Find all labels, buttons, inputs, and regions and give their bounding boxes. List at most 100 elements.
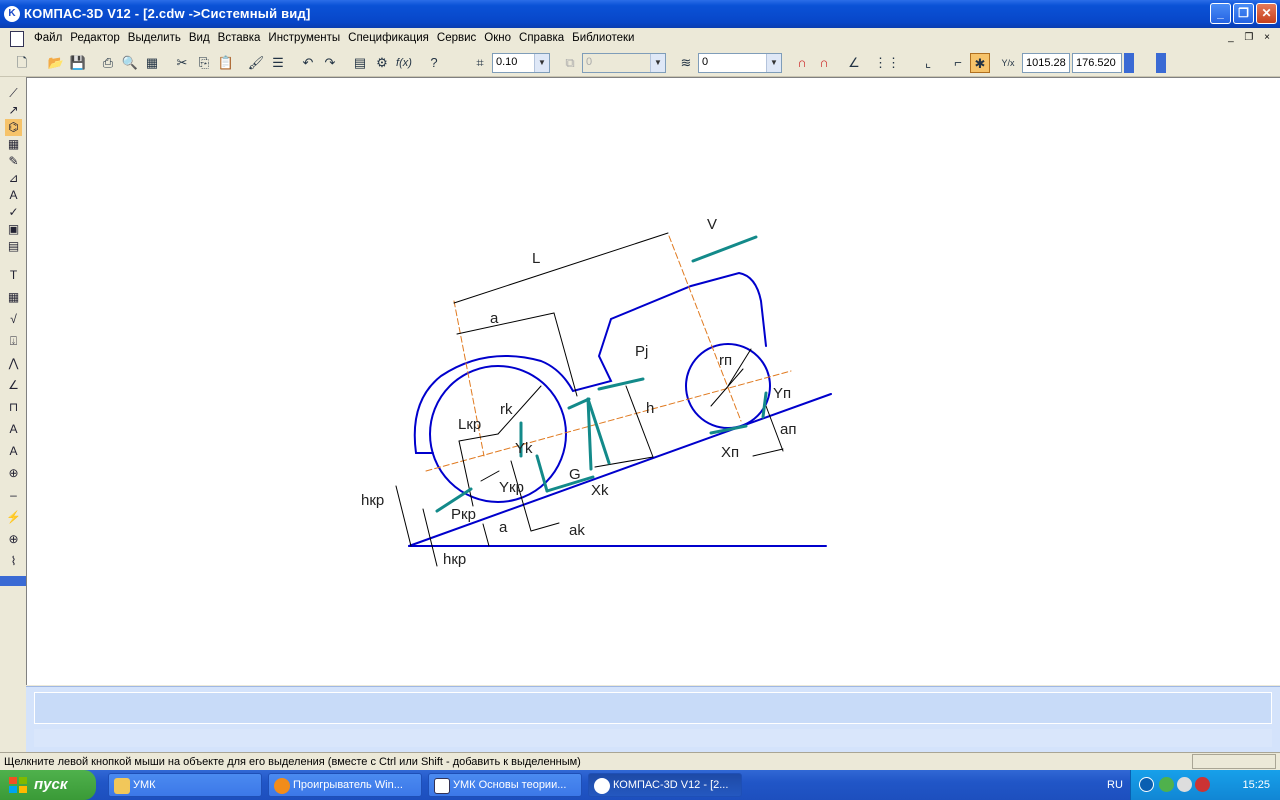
redo-icon[interactable]: ↷ bbox=[320, 53, 340, 73]
variables-icon[interactable]: ⚙ bbox=[372, 53, 392, 73]
param-icon[interactable]: ⊿ bbox=[5, 170, 22, 187]
open-icon[interactable]: 📂 bbox=[46, 53, 66, 73]
task-umk[interactable]: УМК bbox=[108, 773, 262, 797]
tray-app-icon[interactable] bbox=[1195, 777, 1210, 792]
save-icon[interactable]: 💾 bbox=[68, 53, 88, 73]
tolerance-icon[interactable]: ⊕ bbox=[5, 465, 22, 482]
label-Pj: Pj bbox=[635, 343, 648, 360]
snap-active-icon[interactable]: ✱ bbox=[970, 53, 990, 73]
print-setup-icon[interactable]: ▦ bbox=[142, 53, 162, 73]
toolbar-overflow-icon[interactable] bbox=[1124, 53, 1134, 73]
local-cs-icon[interactable]: ⌞ bbox=[918, 53, 938, 73]
preview-icon[interactable]: 🔍 bbox=[120, 53, 140, 73]
menu-specification[interactable]: Спецификация bbox=[348, 32, 435, 44]
style-icon[interactable]: ≋ bbox=[676, 53, 696, 73]
measure-icon[interactable]: A bbox=[5, 187, 22, 204]
new-document-icon[interactable]: 🗋 bbox=[12, 53, 32, 73]
snap-icon[interactable]: ⌗ bbox=[470, 53, 490, 73]
property-panel-body[interactable] bbox=[34, 692, 1272, 724]
task-label: УМК Основы теории... bbox=[453, 779, 567, 791]
menu-file[interactable]: Файл bbox=[34, 32, 68, 44]
drawing-canvas[interactable]: V L a Pj rп rk h Yп aп Xп Lкр Yk G Xk Yк… bbox=[26, 77, 1280, 685]
hatch-icon[interactable]: ▦ bbox=[5, 136, 22, 153]
layer-icon[interactable]: ⧉ bbox=[560, 53, 580, 73]
mdi-window-controls[interactable]: _ ❐ × bbox=[1228, 32, 1274, 43]
panel-handle[interactable] bbox=[0, 576, 26, 586]
chevron-down-icon[interactable]: ▼ bbox=[534, 54, 549, 72]
print-icon[interactable]: ⎙ bbox=[98, 53, 118, 73]
line-width-select[interactable]: 0.10 ▼ bbox=[492, 53, 550, 73]
tray-network-icon[interactable] bbox=[1177, 777, 1192, 792]
task-kompas[interactable]: КОМПАС-3D V12 - [2... bbox=[588, 773, 742, 797]
undo-icon[interactable]: ↶ bbox=[298, 53, 318, 73]
label-Pkp: Pкр bbox=[451, 506, 476, 523]
axis-line-icon[interactable]: – bbox=[5, 487, 22, 504]
dimensions-icon[interactable]: ⌬ bbox=[5, 119, 22, 136]
kompas-icon bbox=[594, 778, 610, 794]
menu-tools[interactable]: Инструменты bbox=[268, 32, 346, 44]
grid-icon[interactable]: ⋮⋮ bbox=[874, 53, 900, 73]
copy-icon[interactable]: ⎘ bbox=[194, 53, 214, 73]
select-icon[interactable]: ✓ bbox=[5, 204, 22, 221]
close-button[interactable]: ✕ bbox=[1256, 3, 1277, 24]
properties-icon[interactable]: ☰ bbox=[268, 53, 288, 73]
minimize-button[interactable]: _ bbox=[1210, 3, 1231, 24]
base-icon[interactable]: ⍗ bbox=[5, 333, 22, 350]
cut-line-icon[interactable]: A bbox=[5, 421, 22, 438]
magnet-off-icon[interactable]: ∩ bbox=[814, 53, 834, 73]
spec-icon[interactable]: ▤ bbox=[5, 238, 22, 255]
label-Xk: Xk bbox=[591, 482, 609, 499]
break-line-icon[interactable]: ⌇ bbox=[5, 553, 22, 570]
menu-view[interactable]: Вид bbox=[189, 32, 216, 44]
view-icon[interactable]: ▣ bbox=[5, 221, 22, 238]
table-icon[interactable]: ▦ bbox=[5, 289, 22, 306]
chevron-down-icon[interactable]: ▼ bbox=[650, 54, 665, 72]
edit-icon[interactable]: ✎ bbox=[5, 153, 22, 170]
document-icon[interactable] bbox=[10, 31, 24, 47]
tray-security-icon[interactable] bbox=[1159, 777, 1174, 792]
chevron-down-icon[interactable]: ▼ bbox=[766, 54, 781, 72]
compact-panel: ⟋ ↗ ⌬ ▦ ✎ ⊿ A ✓ ▣ ▤ T ▦ √ ⍗ ⋀ ∠ ⊓ A A ⊕ … bbox=[0, 77, 26, 587]
toolbar-overflow-icon[interactable] bbox=[1156, 53, 1166, 73]
leader-icon[interactable]: ⋀ bbox=[5, 355, 22, 372]
frame-icon[interactable]: ⊓ bbox=[5, 399, 22, 416]
roughness-icon[interactable]: √ bbox=[5, 311, 22, 328]
menu-window[interactable]: Окно bbox=[484, 32, 517, 44]
layer-select[interactable]: 0 ▼ bbox=[582, 53, 666, 73]
style-select[interactable]: 0 ▼ bbox=[698, 53, 782, 73]
task-umk-theory[interactable]: УМК Основы теории... bbox=[428, 773, 582, 797]
label-a-top: a bbox=[490, 310, 499, 327]
menu-insert[interactable]: Вставка bbox=[218, 32, 267, 44]
magnet-icon[interactable]: ∩ bbox=[792, 53, 812, 73]
ortho-icon[interactable]: ⌐ bbox=[948, 53, 968, 73]
tray-arrow-icon[interactable] bbox=[1139, 777, 1154, 792]
start-button[interactable]: пуск bbox=[0, 770, 96, 800]
task-media-player[interactable]: Проигрыватель Win... bbox=[268, 773, 422, 797]
main-toolbar: 🗋 📂 💾 ⎙ 🔍 ▦ ✂ ⎘ 📋 🖌 ☰ ↶ ↷ ▤ ⚙ f(x) ? ⌗ 0… bbox=[0, 50, 1280, 77]
geometry-icon[interactable]: ⟋ bbox=[5, 85, 22, 102]
wave-line-icon[interactable]: ⚡ bbox=[5, 509, 22, 526]
menu-help[interactable]: Справка bbox=[519, 32, 570, 44]
format-painter-icon[interactable]: 🖌 bbox=[246, 53, 266, 73]
pointer-icon[interactable]: ↗ bbox=[5, 102, 22, 119]
position-icon[interactable]: ∠ bbox=[5, 377, 22, 394]
center-icon[interactable]: ⊕ bbox=[5, 531, 22, 548]
angle-icon[interactable]: ∠ bbox=[844, 53, 864, 73]
coord-x-field[interactable]: 1015.28 bbox=[1022, 53, 1070, 73]
menu-libraries[interactable]: Библиотеки bbox=[572, 32, 640, 44]
help-cursor-icon[interactable]: ? bbox=[424, 53, 444, 73]
manager-icon[interactable]: ▤ bbox=[350, 53, 370, 73]
menu-editor[interactable]: Редактор bbox=[70, 32, 126, 44]
menu-service[interactable]: Сервис bbox=[437, 32, 482, 44]
arrow-view-icon[interactable]: A bbox=[5, 443, 22, 460]
cut-icon[interactable]: ✂ bbox=[172, 53, 192, 73]
coord-y-field[interactable]: 176.520 bbox=[1072, 53, 1122, 73]
text-icon[interactable]: T bbox=[5, 267, 22, 284]
menu-select[interactable]: Выделить bbox=[128, 32, 187, 44]
language-indicator[interactable]: RU bbox=[1107, 779, 1123, 791]
fx-icon[interactable]: f(x) bbox=[394, 53, 414, 73]
paste-icon[interactable]: 📋 bbox=[216, 53, 236, 73]
kompas-app-icon[interactable]: K bbox=[4, 6, 20, 22]
window-title-bar[interactable]: K КОМПАС-3D V12 - [2.cdw ->Системный вид… bbox=[0, 0, 1280, 28]
restore-button[interactable]: ❐ bbox=[1233, 3, 1254, 24]
